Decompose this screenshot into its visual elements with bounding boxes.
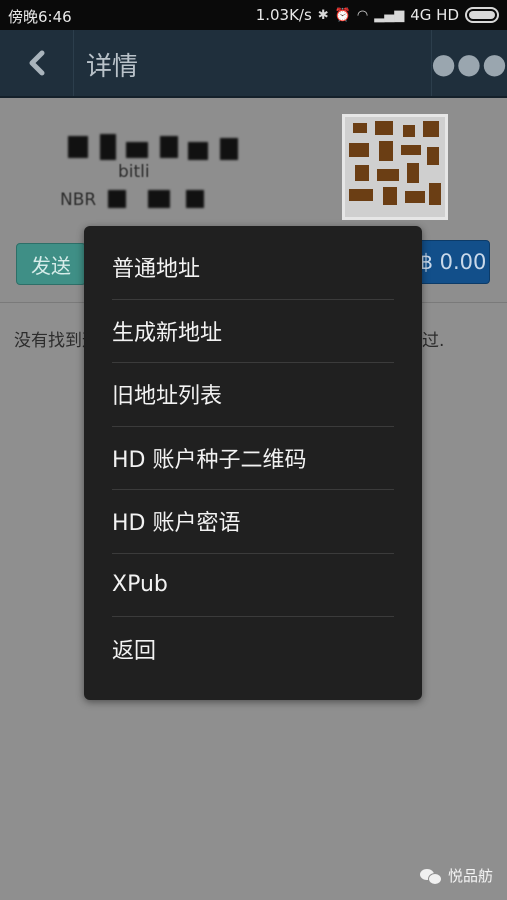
network-speed: 1.03K/s [255, 6, 312, 24]
overflow-menu-button[interactable]: ●●● [431, 30, 507, 96]
menu-item-old-address-list[interactable]: 旧地址列表 [112, 363, 394, 427]
wechat-icon [419, 867, 442, 885]
menu-item-hd-seed-qr[interactable]: HD 账户种子二维码 [112, 427, 394, 490]
menu-item-generate-new-address[interactable]: 生成新地址 [112, 300, 394, 363]
page-title: 详情 [86, 52, 139, 82]
overflow-dropdown-menu: 普通地址 生成新地址 旧地址列表 HD 账户种子二维码 HD 账户密语 XPub… [84, 226, 422, 700]
overflow-menu-icon: ●●● [431, 46, 507, 80]
menu-item-hd-passphrase[interactable]: HD 账户密语 [112, 490, 394, 554]
action-bar: 详情 ●●● [0, 30, 507, 98]
status-icons: 1.03K/s ✱ ⏰ ◠ ▂▄▆ 4G HD [256, 6, 499, 24]
menu-item-xpub[interactable]: XPub [112, 554, 394, 617]
address-line-1: bitli [118, 162, 150, 182]
network-type: 4G HD [410, 6, 459, 24]
qr-code[interactable] [342, 114, 448, 220]
status-time: 傍晚6:46 [8, 8, 72, 26]
menu-item-normal-address[interactable]: 普通地址 [112, 236, 394, 300]
menu-item-back[interactable]: 返回 [112, 617, 394, 681]
signal-icon: ▂▄▆ [374, 7, 405, 23]
alarm-icon: ⏰ [334, 7, 351, 23]
status-bar: 傍晚6:46 1.03K/s ✱ ⏰ ◠ ▂▄▆ 4G HD [0, 0, 507, 30]
chevron-left-icon [29, 50, 44, 76]
watermark-text: 悦品舫 [447, 867, 493, 885]
bluetooth-icon: ✱ [317, 7, 329, 23]
balance-button[interactable]: ฿ 0.00 [416, 240, 490, 284]
back-button[interactable] [0, 30, 74, 96]
battery-icon [465, 7, 499, 23]
wifi-icon: ◠ [356, 7, 369, 23]
address-label-obscured: bitli NBR [60, 128, 250, 216]
send-button[interactable]: 发送 [16, 243, 86, 285]
address-line-2: NBR [60, 190, 97, 210]
watermark: 悦品舫 [419, 865, 493, 886]
